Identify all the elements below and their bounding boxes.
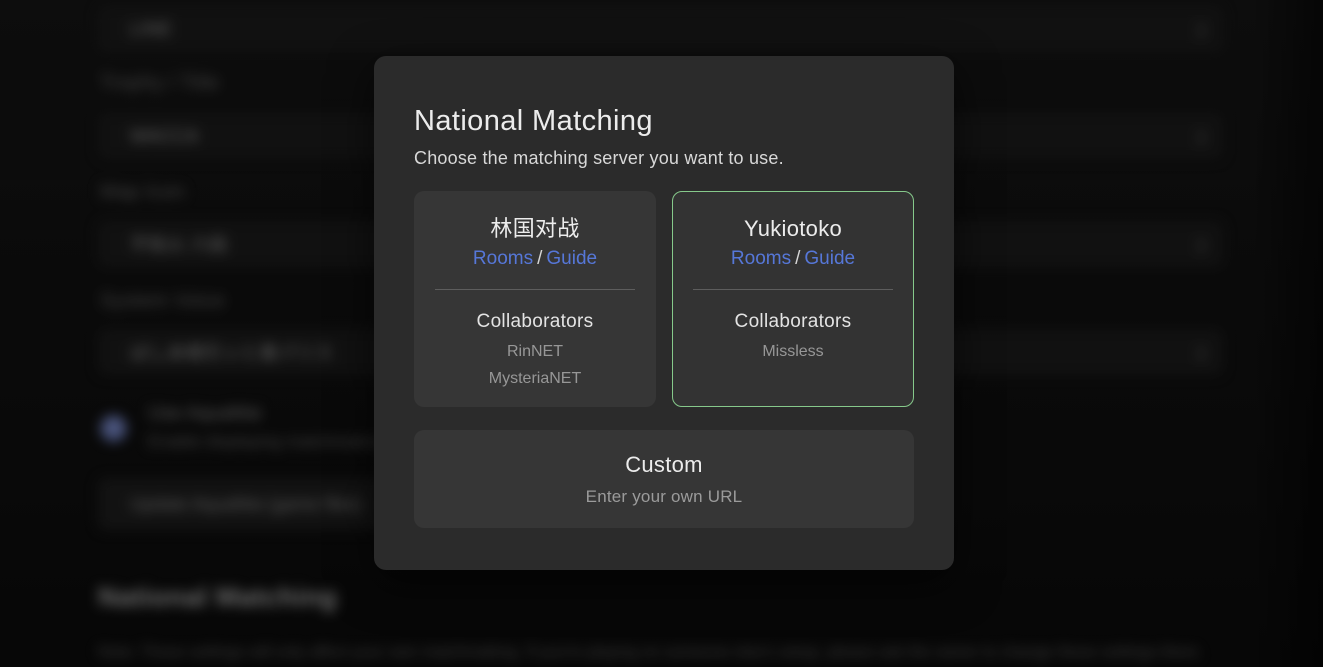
rooms-link[interactable]: Rooms bbox=[731, 248, 791, 269]
card-divider bbox=[693, 289, 893, 290]
link-separator: / bbox=[795, 248, 800, 269]
custom-server-card[interactable]: Custom Enter your own URL bbox=[414, 430, 914, 528]
server-card-yukiotoko-selected[interactable]: Yukiotoko Rooms/Guide Collaborators Miss… bbox=[672, 191, 914, 407]
dialog-subtitle: Choose the matching server you want to u… bbox=[414, 148, 914, 169]
custom-title: Custom bbox=[625, 452, 703, 478]
collaborator: MysteriaNET bbox=[414, 365, 656, 392]
server-card-linguo[interactable]: 林国对战 Rooms/Guide Collaborators RinNET My… bbox=[414, 191, 656, 407]
custom-subtitle: Enter your own URL bbox=[586, 487, 743, 507]
guide-link[interactable]: Guide bbox=[804, 248, 855, 269]
server-links: Rooms/Guide bbox=[673, 246, 913, 272]
dialog-title: National Matching bbox=[414, 104, 914, 138]
collaborators-heading: Collaborators bbox=[414, 311, 656, 333]
guide-link[interactable]: Guide bbox=[546, 248, 597, 269]
server-name: 林国对战 bbox=[414, 215, 656, 243]
server-name: Yukiotoko bbox=[673, 215, 913, 243]
card-divider bbox=[435, 289, 635, 290]
link-separator: / bbox=[537, 248, 542, 269]
collaborators-heading: Collaborators bbox=[673, 311, 913, 333]
collaborator: RinNET bbox=[414, 338, 656, 365]
server-links: Rooms/Guide bbox=[414, 246, 656, 272]
collaborators-list: RinNET MysteriaNET bbox=[414, 338, 656, 392]
collaborator: Missless bbox=[673, 338, 913, 365]
rooms-link[interactable]: Rooms bbox=[473, 248, 533, 269]
collaborators-list: Missless bbox=[673, 338, 913, 365]
server-options: 林国对战 Rooms/Guide Collaborators RinNET My… bbox=[414, 191, 914, 407]
app-window: LINE ❯ Trophy / Title WACCA ❯ Map Icon 不… bbox=[0, 0, 1323, 667]
national-matching-dialog: National Matching Choose the matching se… bbox=[374, 56, 954, 570]
